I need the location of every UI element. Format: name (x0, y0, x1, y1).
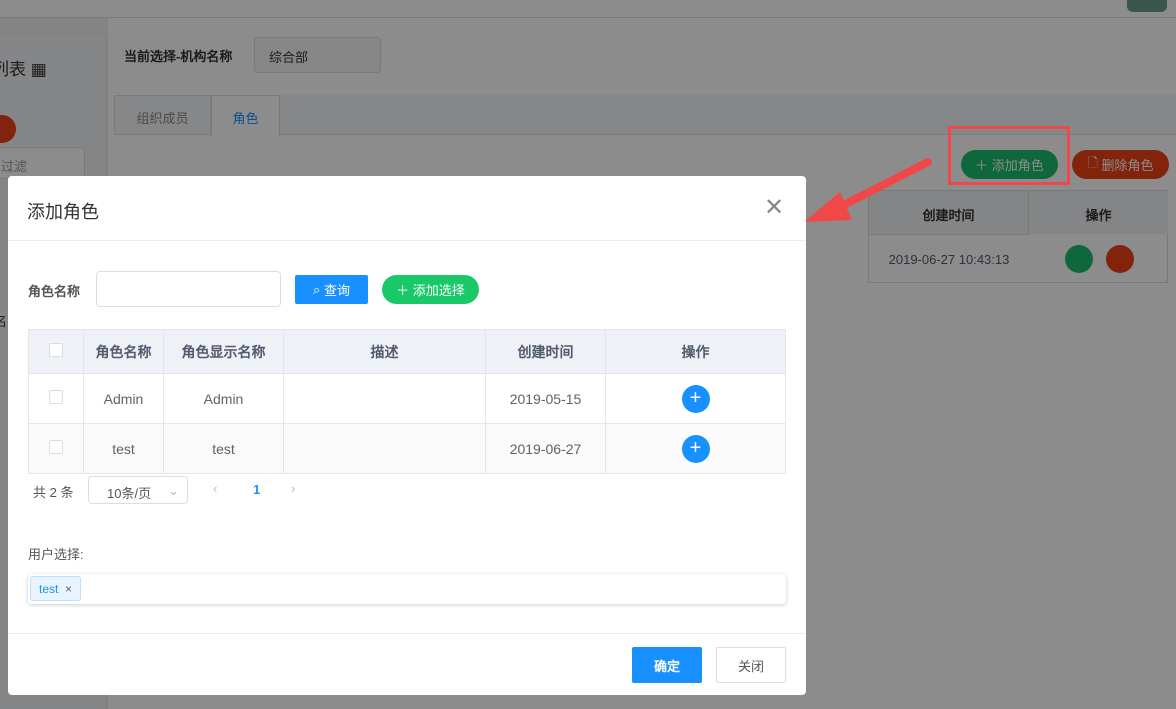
cell-desc (283, 373, 486, 424)
query-button[interactable]: ⌕ 查询 (295, 275, 368, 304)
user-select-label: 用户选择: (28, 547, 84, 562)
select-all-checkbox[interactable] (49, 343, 63, 357)
sidebar-title: 列表 (0, 60, 26, 79)
close-icon[interactable]: ✕ (764, 196, 784, 220)
cell-desc (283, 423, 486, 474)
annotation-arrow (804, 158, 932, 222)
row-checkbox[interactable] (49, 390, 63, 404)
org-field: 综合部 (254, 37, 381, 73)
cell-display: test (163, 423, 284, 474)
cell-display: Admin (163, 373, 284, 424)
search-label: 角色名称 (28, 284, 81, 299)
tag-close-icon[interactable]: × (65, 582, 72, 596)
next-page-icon[interactable]: › (291, 481, 295, 496)
add-selected-label: 添加选择 (412, 283, 465, 298)
cell-created: 2019-06-27 (485, 423, 606, 474)
grid-icon: ▦ (30, 60, 47, 79)
tag: test × (30, 576, 82, 601)
total-count: 共 2 条 (33, 485, 74, 500)
ok-button[interactable]: 确定 (632, 647, 702, 683)
prev-page-icon[interactable]: ‹ (213, 481, 217, 496)
org-label: 当前选择-机构名称 (124, 49, 233, 64)
tab-members[interactable]: 组织成员 (114, 95, 211, 135)
query-label: 查询 (323, 283, 350, 298)
divider (8, 240, 806, 241)
col-desc: 描述 (283, 329, 486, 374)
user-avatar[interactable] (1127, 0, 1167, 12)
row-checkbox[interactable] (49, 440, 63, 454)
tab-roles[interactable]: 角色 (211, 95, 280, 136)
col-actions: 操作 (1029, 191, 1168, 234)
selected-tags-box[interactable]: test × (28, 574, 786, 604)
page-size-value: 10条/页 (107, 486, 152, 501)
tag-label: test (39, 582, 59, 596)
col-display: 角色显示名称 (163, 329, 284, 374)
col-created: 创建时间 (485, 329, 606, 374)
cell-name: Admin (83, 373, 164, 424)
col-name: 角色名称 (83, 329, 164, 374)
top-bar (0, 0, 1176, 18)
role-name-input[interactable] (96, 271, 281, 307)
row-created: 2019-06-27 10:43:13 (869, 234, 1029, 283)
dialog-title: 添加角色 (27, 202, 99, 222)
table-header: 角色名称 角色显示名称 描述 创建时间 操作 (28, 329, 786, 374)
table-row: test test 2019-06-27 + (28, 423, 786, 474)
add-role-dialog: 添加角色 ✕ 角色名称 ⌕ 查询 ＋ 添加选择 角色名称 角色显示名称 描述 创… (8, 176, 806, 695)
add-selected-button[interactable]: ＋ 添加选择 (382, 275, 479, 304)
cell-name: test (83, 423, 164, 474)
divider (8, 633, 806, 634)
delete-role-button[interactable]: 🗋 删除角色 (1072, 150, 1169, 179)
close-button[interactable]: 关闭 (716, 647, 786, 683)
search-icon: ⌕ (313, 281, 321, 297)
add-row-button[interactable]: + (681, 384, 710, 413)
add-row-button[interactable]: + (681, 434, 710, 463)
filter-input[interactable]: 过滤 (0, 147, 85, 179)
page-1[interactable]: 1 (253, 482, 260, 497)
sidebar-char: 名 (0, 314, 8, 329)
chevron-down-icon: ⌄ (168, 483, 179, 498)
delete-button[interactable] (0, 115, 16, 143)
delete-role-label: 删除角色 (1101, 158, 1154, 173)
col-actions: 操作 (605, 329, 786, 374)
row-delete-button[interactable] (1106, 245, 1134, 273)
annotation-box (948, 126, 1070, 185)
page-size-select[interactable]: 10条/页 ⌄ (88, 476, 188, 504)
role-select-table: 角色名称 角色显示名称 描述 创建时间 操作 Admin Admin 2019-… (28, 329, 786, 474)
table-row: Admin Admin 2019-05-15 + (28, 373, 786, 424)
row-add-button[interactable] (1065, 245, 1093, 273)
cell-created: 2019-05-15 (485, 373, 606, 424)
